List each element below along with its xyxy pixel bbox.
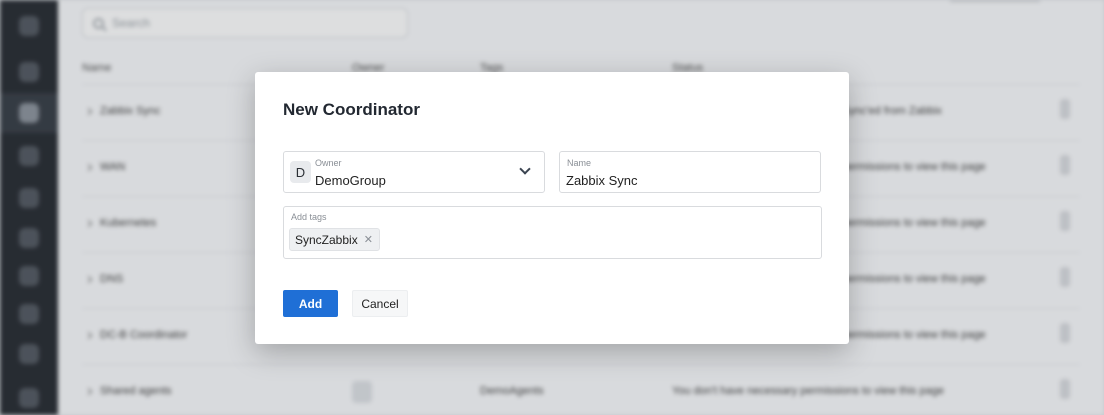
name-label: Name [567, 158, 592, 168]
close-icon[interactable]: ✕ [364, 233, 373, 246]
cancel-button[interactable]: Cancel [352, 290, 408, 317]
tags-label: Add tags [291, 212, 327, 222]
tag-label: SyncZabbix [295, 232, 358, 247]
add-button[interactable]: Add [283, 290, 338, 317]
tags-field[interactable]: Add tags SyncZabbix ✕ [283, 206, 822, 259]
chevron-down-icon[interactable] [519, 163, 531, 175]
name-field[interactable]: Name [559, 151, 821, 193]
dialog-title: New Coordinator [283, 100, 420, 119]
tag-chip: SyncZabbix ✕ [289, 228, 380, 251]
name-input[interactable] [566, 171, 806, 189]
new-coordinator-dialog: New Coordinator D Owner DemoGroup Name A… [255, 72, 849, 344]
owner-label: Owner [315, 158, 342, 168]
owner-value: DemoGroup [315, 173, 386, 188]
owner-select[interactable]: D Owner DemoGroup [283, 151, 545, 193]
owner-avatar: D [290, 161, 311, 183]
